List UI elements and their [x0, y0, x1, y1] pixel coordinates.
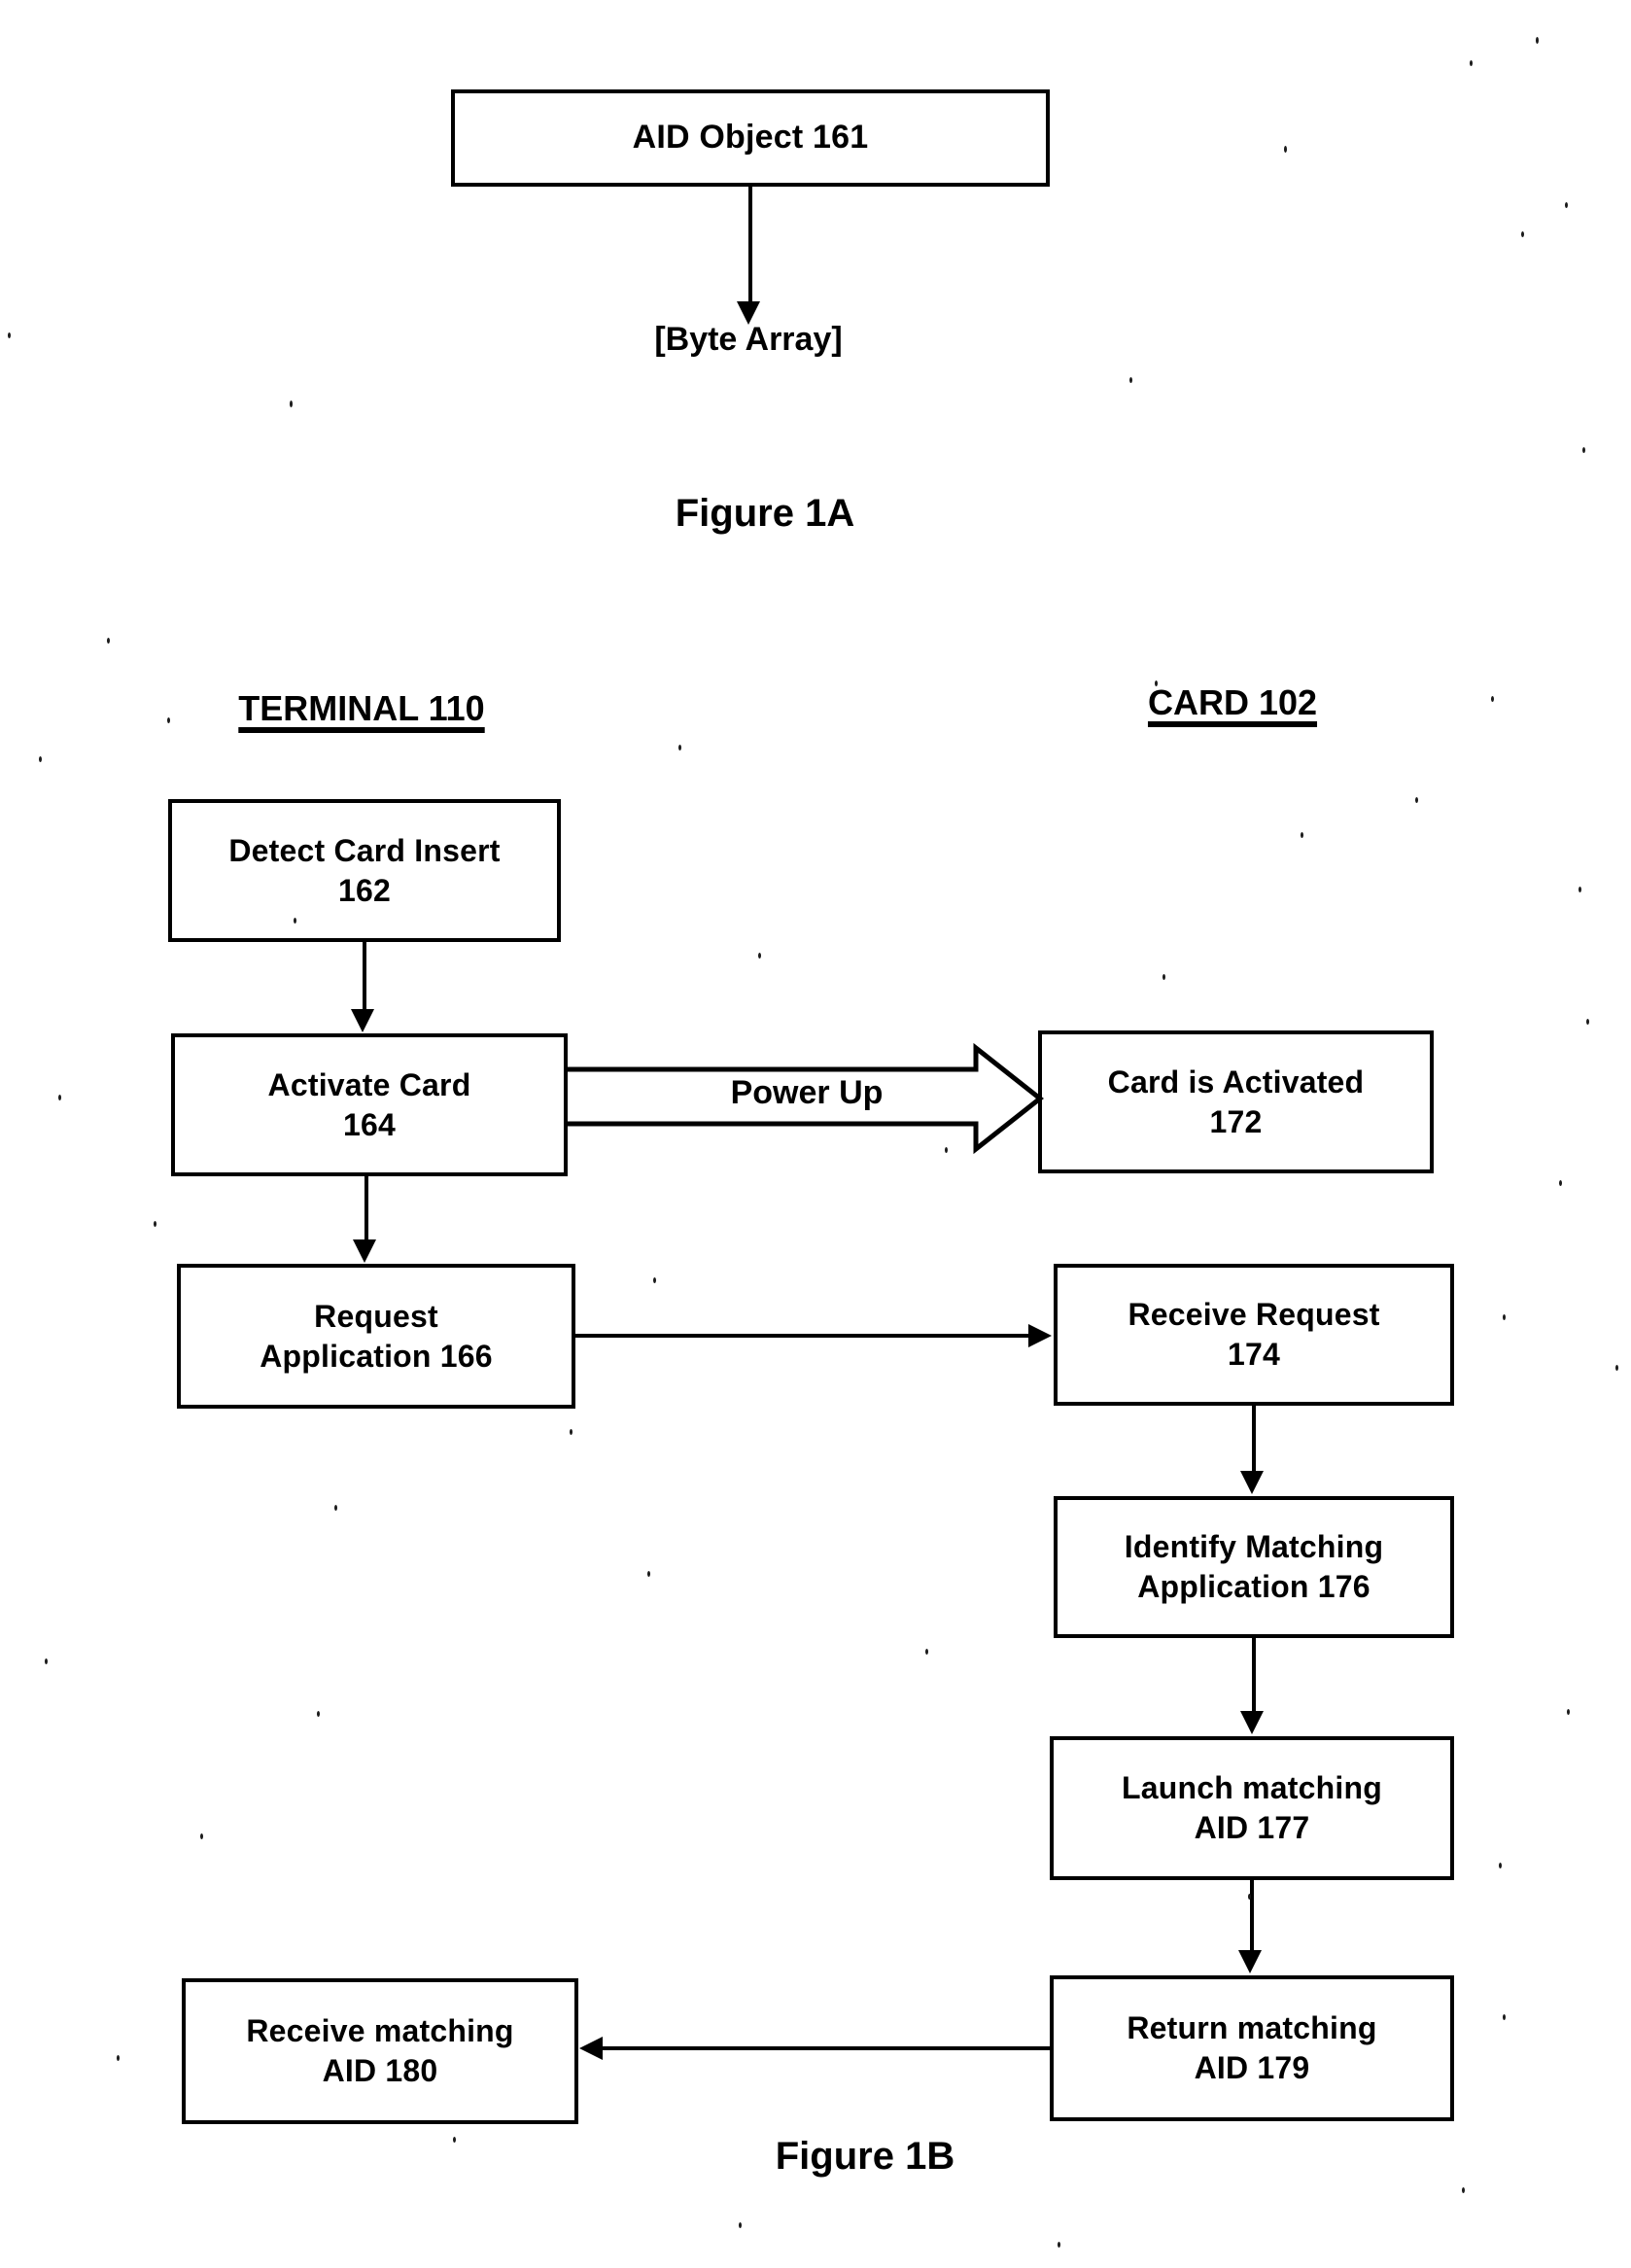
column-heading-terminal: TERMINAL 110 — [238, 688, 485, 728]
scan-speckle — [1163, 974, 1165, 980]
node-detect-card-insert-162-line1: Detect Card Insert — [228, 832, 501, 868]
node-card-is-activated-172-line1: Card is Activated — [1107, 1064, 1365, 1099]
scan-speckle — [1559, 1180, 1562, 1186]
scan-speckle — [58, 1095, 61, 1100]
scan-speckle — [154, 1221, 156, 1227]
scan-speckle — [117, 2055, 120, 2061]
node-aid-object-161: AID Object 161 — [451, 89, 1050, 187]
edge-162-to-164 — [363, 942, 366, 1012]
edge-162-to-164-arrowhead — [351, 1009, 374, 1032]
node-request-application-166-line1: Request — [314, 1298, 438, 1334]
edge-174-to-176 — [1252, 1406, 1256, 1474]
edge-164-to-166-arrowhead — [353, 1239, 376, 1263]
node-request-application-166-line2: Application 166 — [260, 1338, 493, 1374]
scan-speckle — [1058, 2242, 1060, 2248]
scan-speckle — [647, 1571, 650, 1577]
scan-speckle — [678, 745, 681, 750]
edge-166-to-174-arrowhead — [1028, 1324, 1052, 1347]
node-receive-request-174: Receive Request 174 — [1054, 1264, 1454, 1406]
scan-speckle — [758, 953, 761, 959]
edge-174-to-176-arrowhead — [1240, 1471, 1264, 1494]
scan-speckle — [739, 2222, 742, 2228]
scan-speckle — [1579, 887, 1581, 892]
edge-aid-object-to-byte-array — [748, 187, 752, 305]
edge-179-to-180 — [603, 2046, 1052, 2050]
node-identify-matching-application-176: Identify Matching Application 176 — [1054, 1496, 1454, 1638]
edge-label-power-up: Power Up — [730, 1074, 884, 1111]
edge-164-to-166 — [364, 1176, 368, 1242]
scan-speckle — [167, 717, 170, 723]
scan-speckle — [925, 1649, 928, 1655]
node-launch-matching-aid-177-line2: AID 177 — [1194, 1810, 1310, 1845]
scan-speckle — [453, 2137, 456, 2143]
figure-1b-caption: Figure 1B — [775, 2135, 955, 2178]
scan-speckle — [1536, 37, 1539, 44]
edge-176-to-177 — [1252, 1638, 1256, 1714]
figure-1a-caption: Figure 1A — [675, 492, 855, 535]
node-activate-card-164-line2: 164 — [343, 1106, 396, 1142]
node-receive-matching-aid-180-line2: AID 180 — [322, 2053, 438, 2088]
scan-speckle — [1284, 146, 1287, 153]
scan-speckle — [39, 756, 42, 762]
scan-speckle — [1567, 1709, 1570, 1715]
node-card-is-activated-172-line2: 172 — [1209, 1103, 1263, 1139]
edge-179-to-180-arrowhead — [579, 2037, 603, 2060]
node-card-is-activated-172: Card is Activated 172 — [1038, 1030, 1434, 1173]
node-return-matching-aid-179-line2: AID 179 — [1194, 2050, 1310, 2085]
node-activate-card-164: Activate Card 164 — [171, 1033, 568, 1176]
scan-speckle — [653, 1277, 656, 1283]
node-request-application-166: Request Application 166 — [177, 1264, 575, 1409]
scan-speckle — [107, 638, 110, 644]
node-return-matching-aid-179: Return matching AID 179 — [1050, 1975, 1454, 2121]
scan-speckle — [317, 1711, 320, 1717]
edge-177-to-179-arrowhead — [1238, 1950, 1262, 1973]
scan-speckle — [1503, 2014, 1506, 2020]
node-launch-matching-aid-177: Launch matching AID 177 — [1050, 1736, 1454, 1880]
scan-speckle — [334, 1505, 337, 1511]
scan-speckle — [1582, 447, 1585, 453]
scan-speckle — [1565, 202, 1568, 208]
scan-speckle — [8, 332, 11, 338]
scan-speckle — [1499, 1863, 1502, 1868]
scan-speckle — [1615, 1365, 1618, 1371]
node-receive-matching-aid-180: Receive matching AID 180 — [182, 1978, 578, 2124]
edge-166-to-174 — [575, 1334, 1030, 1338]
node-receive-request-174-line2: 174 — [1228, 1337, 1280, 1372]
scan-speckle — [1462, 2187, 1465, 2193]
scan-speckle — [200, 1833, 203, 1839]
scan-speckle — [1301, 832, 1303, 838]
scan-speckle — [1470, 60, 1473, 66]
node-receive-matching-aid-180-line1: Receive matching — [246, 2013, 514, 2049]
edge-176-to-177-arrowhead — [1240, 1711, 1264, 1734]
node-activate-card-164-line1: Activate Card — [267, 1066, 471, 1102]
column-heading-card: CARD 102 — [1147, 682, 1318, 722]
byte-array-annotation: [Byte Array] — [654, 321, 843, 358]
scan-speckle — [1503, 1314, 1506, 1320]
scan-speckle — [1129, 377, 1132, 383]
node-detect-card-insert-162-line2: 162 — [338, 872, 391, 908]
scan-speckle — [290, 401, 293, 407]
scan-speckle — [1521, 231, 1524, 237]
node-identify-matching-application-176-line2: Application 176 — [1137, 1569, 1371, 1604]
node-receive-request-174-line1: Receive Request — [1128, 1297, 1380, 1333]
node-return-matching-aid-179-line1: Return matching — [1127, 2010, 1377, 2046]
patent-figure-page: AID Object 161 [Byte Array] Figure 1A TE… — [0, 0, 1631, 2268]
scan-speckle — [45, 1658, 48, 1664]
node-identify-matching-application-176-line1: Identify Matching — [1124, 1529, 1384, 1565]
scan-speckle — [1415, 797, 1418, 803]
edge-177-to-179 — [1250, 1880, 1254, 1952]
node-launch-matching-aid-177-line1: Launch matching — [1122, 1770, 1382, 1806]
scan-speckle — [1491, 696, 1494, 702]
scan-speckle — [570, 1429, 573, 1435]
node-aid-object-161-label: AID Object 161 — [632, 119, 869, 157]
node-detect-card-insert-162: Detect Card Insert 162 — [168, 799, 561, 942]
scan-speckle — [1586, 1019, 1589, 1025]
